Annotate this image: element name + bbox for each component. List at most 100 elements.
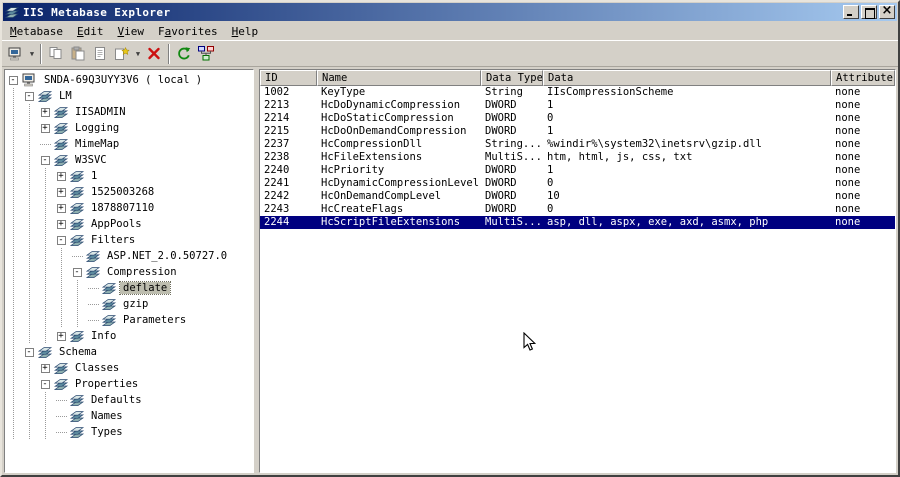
expand-toggle[interactable]: - — [5, 72, 21, 88]
plus-icon[interactable]: + — [40, 123, 50, 133]
maximize-button[interactable] — [861, 5, 877, 19]
tree-item-filters[interactable]: - Filters — [5, 232, 253, 248]
tree-item-label: Parameters — [123, 314, 187, 326]
expand-toggle[interactable]: - — [21, 88, 37, 104]
expand-toggle[interactable]: - — [37, 152, 53, 168]
table-row-2237[interactable]: 2237 HcCompressionDll String... %windir%\sy… — [260, 138, 895, 151]
tree-indent-guide — [5, 344, 21, 360]
close-button[interactable] — [879, 4, 895, 19]
minimize-button[interactable] — [843, 5, 859, 19]
table-row-2240[interactable]: 2240 HcPriority DWORD 1 none — [260, 164, 895, 177]
column-header-name[interactable]: Name — [317, 70, 481, 86]
column-header-data[interactable]: Data — [543, 70, 831, 86]
expand-toggle[interactable]: + — [53, 200, 69, 216]
expand-toggle[interactable]: + — [53, 328, 69, 344]
tree-item-deflate[interactable]: deflate — [5, 280, 253, 296]
new-record-dropdown-arrow[interactable]: ▼ — [133, 50, 143, 58]
plus-icon[interactable]: + — [56, 331, 66, 341]
metabase-tree[interactable]: - SNDA-69Q3UYY3V6 ( local ) - LM + IISADMIN + L… — [4, 69, 254, 473]
network-button[interactable] — [195, 43, 217, 64]
table-row-2241[interactable]: 2241 HcDynamicCompressionLevel DWORD 0 none — [260, 177, 895, 190]
tree-item-apppools[interactable]: + AppPools — [5, 216, 253, 232]
refresh-button[interactable] — [173, 43, 195, 64]
tree-item-info[interactable]: + Info — [5, 328, 253, 344]
plus-icon[interactable]: + — [40, 363, 50, 373]
expand-toggle[interactable]: - — [37, 376, 53, 392]
tree-item-defaults[interactable]: Defaults — [5, 392, 253, 408]
plus-icon[interactable]: + — [56, 187, 66, 197]
tree-item-label: Types — [91, 426, 123, 438]
table-row-2238[interactable]: 2238 HcFileExtensions MultiS... htm, html, … — [260, 151, 895, 164]
menu-edit[interactable]: Edit — [70, 24, 111, 39]
tree-indent-guide — [5, 168, 21, 184]
tree-item-names[interactable]: Names — [5, 408, 253, 424]
tree-item-label: LM — [59, 90, 72, 102]
table-row-2244[interactable]: 2244 HcScriptFileExtensions MultiS... asp, … — [260, 216, 895, 229]
expand-toggle[interactable]: - — [53, 232, 69, 248]
tree-item-properties[interactable]: - Properties — [5, 376, 253, 392]
tree-item-types[interactable]: Types — [5, 424, 253, 440]
tree-indent-guide — [21, 120, 37, 136]
expand-toggle[interactable]: + — [53, 216, 69, 232]
table-row-2213[interactable]: 2213 HcDoDynamicCompression DWORD 1 none — [260, 99, 895, 112]
table-row-2215[interactable]: 2215 HcDoOnDemandCompression DWORD 1 none — [260, 125, 895, 138]
plus-icon[interactable]: + — [56, 203, 66, 213]
minus-icon[interactable]: - — [56, 235, 66, 245]
copy-button[interactable] — [45, 43, 67, 64]
table-row-2243[interactable]: 2243 HcCreateFlags DWORD 0 none — [260, 203, 895, 216]
menu-metabase[interactable]: Metabase — [3, 24, 70, 39]
expand-toggle[interactable]: - — [69, 264, 85, 280]
minus-icon[interactable]: - — [40, 379, 50, 389]
menu-help[interactable]: Help — [225, 24, 266, 39]
tree-indent-guide — [5, 136, 21, 152]
tree-item-iisadmin[interactable]: + IISADMIN — [5, 104, 253, 120]
table-row-2242[interactable]: 2242 HcOnDemandCompLevel DWORD 10 none — [260, 190, 895, 203]
tree-item-lm[interactable]: - LM — [5, 88, 253, 104]
minus-icon[interactable]: - — [72, 267, 82, 277]
tree-item-parameters[interactable]: Parameters — [5, 312, 253, 328]
edit-record-button[interactable] — [89, 43, 111, 64]
tree-item-label: ASP.NET_2.0.50727.0 — [107, 250, 228, 262]
connect-button[interactable] — [5, 43, 27, 64]
table-row-1002[interactable]: 1002 KeyType String IIsCompressionScheme non… — [260, 86, 895, 99]
title-bar[interactable]: IIS Metabase Explorer — [3, 3, 897, 21]
new-record-button[interactable] — [111, 43, 133, 64]
minus-icon[interactable]: - — [8, 75, 18, 85]
tree-item-snda-69q3uyy3v6-local[interactable]: - SNDA-69Q3UYY3V6 ( local ) — [5, 72, 253, 88]
expand-toggle[interactable]: + — [37, 360, 53, 376]
tree-item-1878807110[interactable]: +1878807110 — [5, 200, 253, 216]
tree-item-schema[interactable]: - Schema — [5, 344, 253, 360]
column-header-data-type[interactable]: Data Type — [481, 70, 543, 86]
plus-icon[interactable]: + — [56, 171, 66, 181]
tree-item-classes[interactable]: + Classes — [5, 360, 253, 376]
tree-item-label: Info — [91, 330, 117, 342]
tree-indent-guide — [21, 200, 37, 216]
plus-icon[interactable]: + — [56, 219, 66, 229]
table-row-2214[interactable]: 2214 HcDoStaticCompression DWORD 0 none — [260, 112, 895, 125]
tree-item-compression[interactable]: - Compression — [5, 264, 253, 280]
tree-item-w3svc[interactable]: - W3SVC — [5, 152, 253, 168]
expand-toggle[interactable]: + — [37, 120, 53, 136]
menu-favorites[interactable]: Favorites — [151, 24, 225, 39]
tree-item-1[interactable]: +1 — [5, 168, 253, 184]
paste-button[interactable] — [67, 43, 89, 64]
delete-record-button[interactable] — [143, 43, 165, 64]
column-header-attributes[interactable]: Attributes — [831, 70, 895, 86]
menu-view[interactable]: View — [110, 24, 151, 39]
expand-toggle[interactable]: + — [53, 184, 69, 200]
tree-item-gzip[interactable]: gzip — [5, 296, 253, 312]
plus-icon[interactable]: + — [40, 107, 50, 117]
expand-toggle[interactable]: - — [21, 344, 37, 360]
tree-item-logging[interactable]: + Logging — [5, 120, 253, 136]
minus-icon[interactable]: - — [24, 91, 34, 101]
expand-toggle[interactable]: + — [53, 168, 69, 184]
column-header-id[interactable]: ID — [260, 70, 317, 86]
expand-toggle[interactable]: + — [37, 104, 53, 120]
cell-data-type: DWORD — [485, 203, 517, 215]
minus-icon[interactable]: - — [24, 347, 34, 357]
minus-icon[interactable]: - — [40, 155, 50, 165]
tree-item-1525003268[interactable]: +1525003268 — [5, 184, 253, 200]
tree-item-asp-net-2-0-50727-0[interactable]: ASP.NET_2.0.50727.0 — [5, 248, 253, 264]
connect-dropdown-arrow[interactable]: ▼ — [27, 50, 37, 58]
tree-item-mimemap[interactable]: MimeMap — [5, 136, 253, 152]
